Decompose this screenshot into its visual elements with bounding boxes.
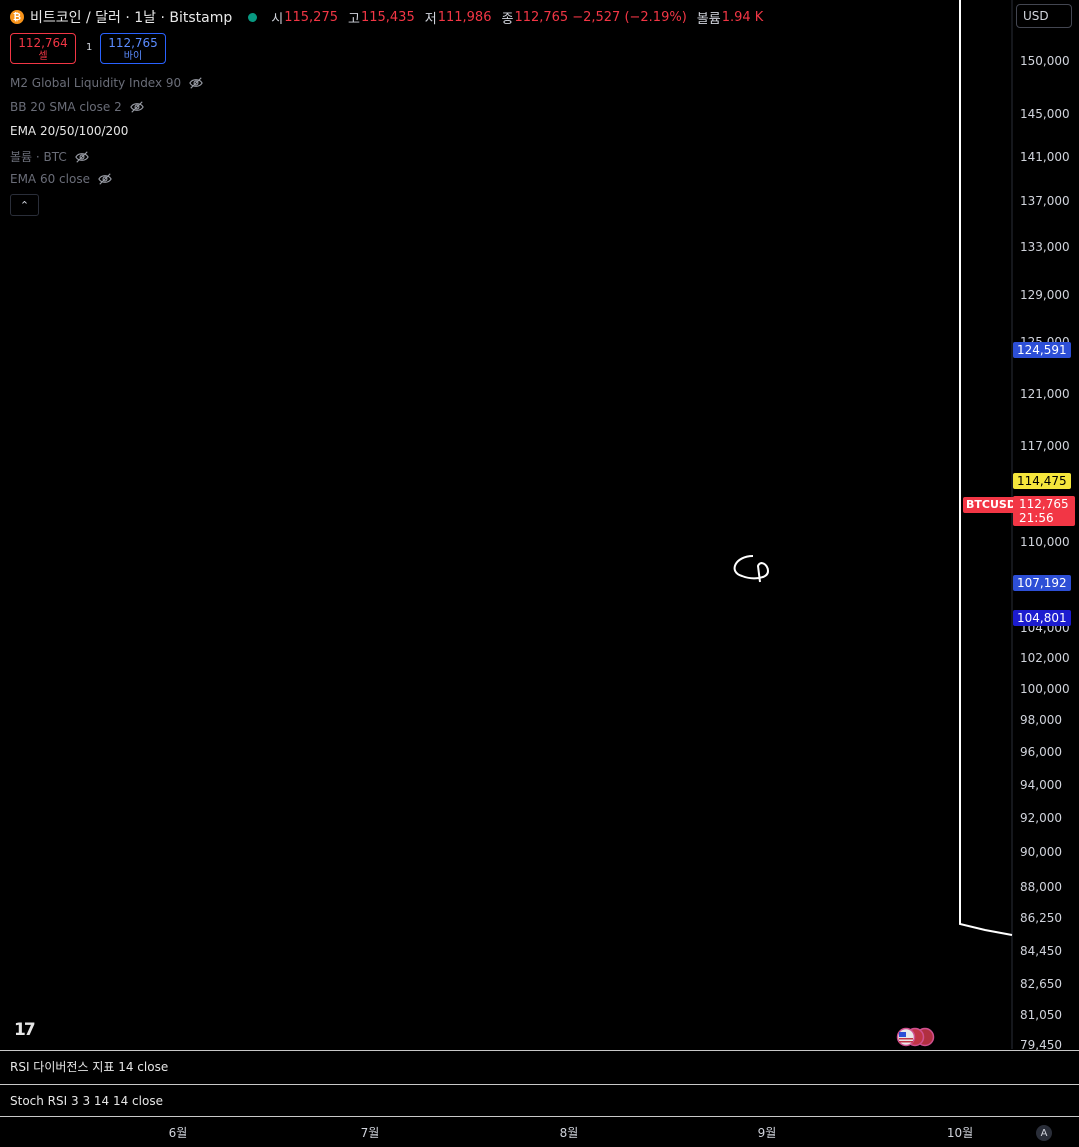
symbol-title[interactable]: 비트코인 / 달러 · 1날 · Bitstamp bbox=[30, 7, 232, 27]
close-label: 종 bbox=[501, 11, 514, 27]
price-axis-tick: 84,450 bbox=[1020, 944, 1062, 958]
price-axis-tick: 86,250 bbox=[1020, 911, 1062, 925]
sell-button[interactable]: 112,764 셀 bbox=[10, 33, 76, 64]
indicator-volume[interactable]: 볼륨 · BTC bbox=[10, 148, 89, 165]
drawn-circle-annotation bbox=[733, 555, 770, 583]
high-value: 115,435 bbox=[360, 9, 415, 25]
low-value: 111,986 bbox=[437, 9, 492, 25]
indicator-bb[interactable]: BB 20 SMA close 2 bbox=[10, 100, 144, 114]
price-axis-tick: 102,000 bbox=[1020, 651, 1070, 665]
price-axis-tick: 88,000 bbox=[1020, 880, 1062, 894]
stoch-rsi-pane[interactable]: Stoch RSI 3 3 14 14 close bbox=[0, 1084, 1079, 1117]
buy-price: 112,765 bbox=[108, 36, 158, 50]
last-price: 112,765 bbox=[1019, 497, 1069, 511]
collapse-indicators-button[interactable]: ⌃ bbox=[10, 194, 39, 216]
bar-countdown: 21:56 bbox=[1019, 511, 1054, 525]
open-label: 시 bbox=[271, 11, 284, 27]
price-axis-tick: 117,000 bbox=[1020, 439, 1070, 453]
open-value: 115,275 bbox=[284, 9, 338, 25]
indicator-ema60[interactable]: EMA 60 close bbox=[10, 172, 112, 186]
currency-selector[interactable]: USD bbox=[1016, 4, 1072, 28]
auto-scale-button[interactable]: A bbox=[1036, 1125, 1052, 1141]
time-axis-tick: 8월 bbox=[559, 1126, 579, 1140]
order-quantity[interactable]: 1 bbox=[86, 42, 92, 53]
eye-off-icon[interactable] bbox=[189, 76, 203, 90]
price-axis-tick: 90,000 bbox=[1020, 845, 1062, 859]
indicator-label: BB 20 SMA close 2 bbox=[10, 100, 122, 114]
low-label: 저 bbox=[424, 11, 437, 27]
currency-label: USD bbox=[1023, 9, 1049, 23]
price-axis-tick: 82,650 bbox=[1020, 977, 1062, 991]
price-axis-tick: 100,000 bbox=[1020, 682, 1070, 696]
volume-label: 볼륨 bbox=[696, 11, 721, 27]
price-chart[interactable] bbox=[0, 0, 1079, 1147]
high-label: 고 bbox=[348, 11, 360, 27]
ema-short-price-tag: 114,475 bbox=[1013, 473, 1071, 489]
lower-line-price-tag: 107,192 bbox=[1013, 575, 1071, 591]
chevron-up-icon: ⌃ bbox=[19, 198, 30, 212]
symbol-price-tag: BTCUSD bbox=[963, 497, 1019, 513]
indicator-label: 볼륨 · BTC bbox=[10, 150, 67, 164]
economic-events-icon[interactable] bbox=[893, 1027, 939, 1047]
rsi-pane[interactable]: RSI 다이버전스 지표 14 close bbox=[0, 1050, 1079, 1083]
stoch-rsi-pane-label: Stoch RSI 3 3 14 14 close bbox=[10, 1094, 163, 1108]
buy-button[interactable]: 112,765 바이 bbox=[100, 33, 166, 64]
last-price-tag: 112,765 21:56 bbox=[1013, 496, 1075, 526]
indicator-ema[interactable]: EMA 20/50/100/200 bbox=[10, 124, 128, 138]
buy-label: 바이 bbox=[123, 51, 143, 62]
price-axis-tick: 137,000 bbox=[1020, 194, 1070, 208]
indicator-label: EMA 60 close bbox=[10, 172, 90, 186]
change-value: −2,527 (−2.19%) bbox=[572, 9, 687, 25]
tradingview-logo: 17 bbox=[14, 1020, 36, 1040]
price-axis-tick: 150,000 bbox=[1020, 54, 1070, 68]
price-axis-tick: 121,000 bbox=[1020, 387, 1070, 401]
time-axis-tick: 7월 bbox=[360, 1126, 380, 1140]
volume-value: 1.94 K bbox=[721, 9, 764, 25]
price-axis-tick: 141,000 bbox=[1020, 150, 1070, 164]
upper-line-price-tag: 124,591 bbox=[1013, 342, 1071, 358]
indicator-label: M2 Global Liquidity Index 90 bbox=[10, 76, 182, 90]
price-axis-tick: 133,000 bbox=[1020, 240, 1070, 254]
price-axis-tick: 129,000 bbox=[1020, 288, 1070, 302]
price-axis-tick: 145,000 bbox=[1020, 107, 1070, 121]
price-axis-tick: 94,000 bbox=[1020, 778, 1062, 792]
rsi-pane-label: RSI 다이버전스 지표 14 close bbox=[10, 1060, 169, 1074]
price-axis-tick: 81,050 bbox=[1020, 1008, 1062, 1022]
price-axis-tick: 96,000 bbox=[1020, 745, 1062, 759]
sell-price: 112,764 bbox=[18, 36, 68, 50]
price-axis-tick: 98,000 bbox=[1020, 713, 1062, 727]
time-axis-tick: 9월 bbox=[757, 1126, 777, 1140]
eye-off-icon[interactable] bbox=[98, 172, 112, 186]
indicator-label: EMA 20/50/100/200 bbox=[10, 124, 129, 138]
auto-scale-label: A bbox=[1040, 1127, 1048, 1139]
ema-long-price-tag: 104,801 bbox=[1013, 610, 1071, 626]
price-axis-tick: 110,000 bbox=[1020, 535, 1070, 549]
symbol-header: ₿ 비트코인 / 달러 · 1날 · Bitstamp 시 115,275 고 … bbox=[10, 6, 773, 28]
drawn-trend-line bbox=[959, 0, 1013, 936]
time-axis-tick: 10월 bbox=[946, 1126, 974, 1140]
time-axis-tick: 6월 bbox=[168, 1126, 188, 1140]
bitcoin-icon: ₿ bbox=[10, 10, 24, 24]
eye-off-icon[interactable] bbox=[74, 150, 89, 164]
indicator-m2-liquidity[interactable]: M2 Global Liquidity Index 90 bbox=[10, 76, 203, 90]
price-axis-tick: 92,000 bbox=[1020, 811, 1062, 825]
sell-label: 셀 bbox=[38, 51, 48, 62]
eye-off-icon[interactable] bbox=[129, 100, 144, 114]
close-value: 112,765 bbox=[514, 9, 569, 25]
market-status-icon bbox=[248, 12, 258, 22]
